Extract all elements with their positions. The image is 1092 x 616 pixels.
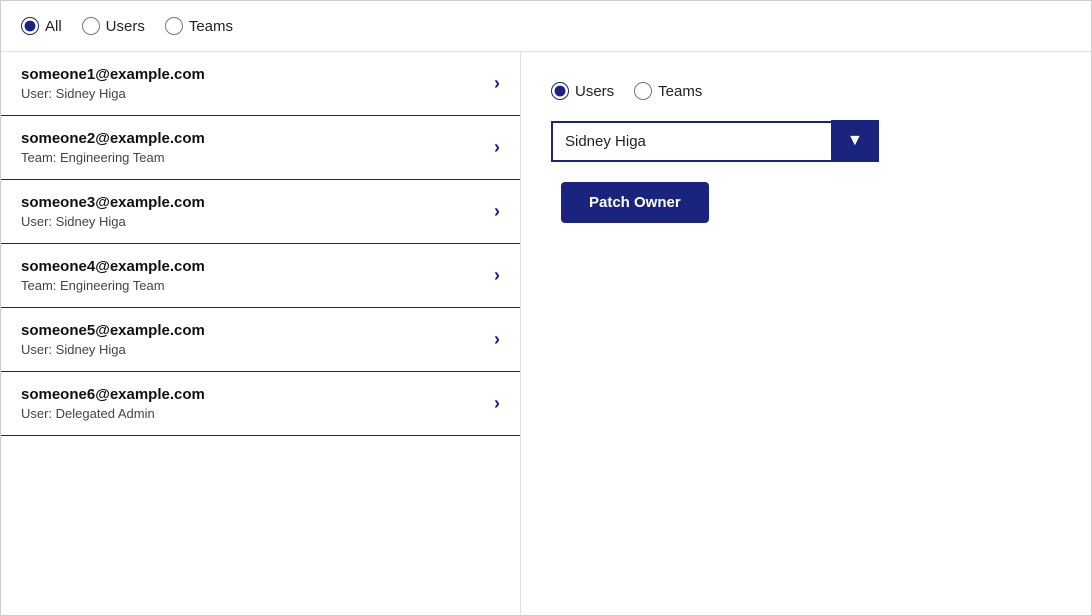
chevron-down-icon: ▼ — [847, 132, 863, 150]
owner-select-dropdown-btn[interactable]: ▼ — [831, 120, 879, 162]
owner-select[interactable]: Sidney Higa Engineering Team Delegated A… — [551, 121, 831, 162]
list-item[interactable]: someone4@example.com Team: Engineering T… — [1, 244, 520, 308]
left-panel: someone1@example.com User: Sidney Higa ›… — [1, 52, 521, 615]
chevron-right-icon: › — [494, 73, 500, 94]
chevron-right-icon: › — [494, 329, 500, 350]
list-item[interactable]: someone3@example.com User: Sidney Higa › — [1, 180, 520, 244]
top-filter-bar: All Users Teams — [1, 1, 1091, 52]
main-content: someone1@example.com User: Sidney Higa ›… — [1, 52, 1091, 615]
filter-users[interactable]: Users — [82, 17, 145, 35]
right-filter-teams-label: Teams — [658, 83, 702, 100]
list-item[interactable]: someone6@example.com User: Delegated Adm… — [1, 372, 520, 436]
list-item-email: someone2@example.com — [21, 130, 205, 147]
list-item-email: someone5@example.com — [21, 322, 205, 339]
right-panel: Users Teams Sidney Higa Engineering Team… — [521, 52, 1091, 615]
list-item-text: someone4@example.com Team: Engineering T… — [21, 258, 205, 293]
filter-teams-radio[interactable] — [165, 17, 183, 35]
patch-owner-button[interactable]: Patch Owner — [561, 182, 709, 223]
list-item-sub: User: Delegated Admin — [21, 406, 205, 421]
list-item[interactable]: someone5@example.com User: Sidney Higa › — [1, 308, 520, 372]
filter-all[interactable]: All — [21, 17, 62, 35]
chevron-right-icon: › — [494, 265, 500, 286]
list-item-text: someone6@example.com User: Delegated Adm… — [21, 386, 205, 421]
list-item[interactable]: someone1@example.com User: Sidney Higa › — [1, 52, 520, 116]
list-item-email: someone4@example.com — [21, 258, 205, 275]
list-item[interactable]: someone2@example.com Team: Engineering T… — [1, 116, 520, 180]
right-filter-teams-radio[interactable] — [634, 82, 652, 100]
list-item-text: someone5@example.com User: Sidney Higa — [21, 322, 205, 357]
list-item-sub: User: Sidney Higa — [21, 342, 205, 357]
chevron-right-icon: › — [494, 393, 500, 414]
list-item-text: someone2@example.com Team: Engineering T… — [21, 130, 205, 165]
chevron-right-icon: › — [494, 137, 500, 158]
list-item-text: someone3@example.com User: Sidney Higa — [21, 194, 205, 229]
right-filter-users-radio[interactable] — [551, 82, 569, 100]
list-item-sub: User: Sidney Higa — [21, 214, 205, 229]
right-filter-users-label: Users — [575, 83, 614, 100]
filter-users-label: Users — [106, 18, 145, 35]
list-item-sub: Team: Engineering Team — [21, 278, 205, 293]
filter-users-radio[interactable] — [82, 17, 100, 35]
right-filter-teams[interactable]: Teams — [634, 82, 702, 100]
list-item-email: someone3@example.com — [21, 194, 205, 211]
filter-teams-label: Teams — [189, 18, 233, 35]
right-filter-users[interactable]: Users — [551, 82, 614, 100]
main-container: All Users Teams someone1@example.com Use… — [0, 0, 1092, 616]
right-filter: Users Teams — [551, 82, 1061, 100]
list-item-text: someone1@example.com User: Sidney Higa — [21, 66, 205, 101]
list-item-sub: Team: Engineering Team — [21, 150, 205, 165]
chevron-right-icon: › — [494, 201, 500, 222]
filter-all-radio[interactable] — [21, 17, 39, 35]
list-item-email: someone1@example.com — [21, 66, 205, 83]
owner-select-row: Sidney Higa Engineering Team Delegated A… — [551, 120, 1061, 162]
list-item-sub: User: Sidney Higa — [21, 86, 205, 101]
filter-teams[interactable]: Teams — [165, 17, 233, 35]
list-item-email: someone6@example.com — [21, 386, 205, 403]
filter-all-label: All — [45, 18, 62, 35]
